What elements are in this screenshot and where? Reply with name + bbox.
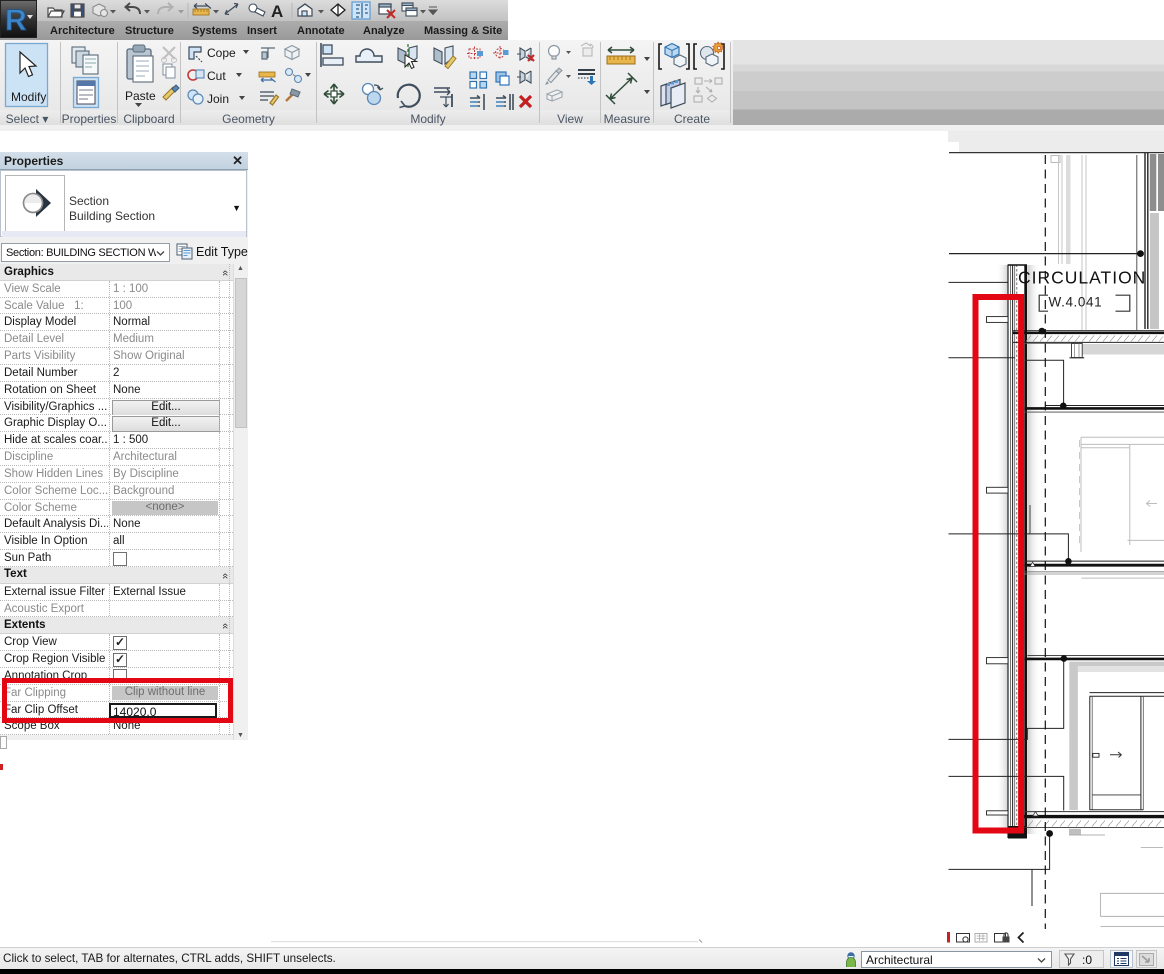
svg-text:CIRCULATION: CIRCULATION [1018,268,1146,288]
svg-text:R: R [5,4,27,37]
svg-text:Cut: Cut [207,69,226,83]
svg-text:Paste: Paste [125,89,156,103]
svg-text:A: A [271,2,283,21]
svg-text:W.4.041: W.4.041 [1049,295,1103,310]
svg-text:Modify: Modify [11,90,46,104]
svg-text:Join: Join [207,92,229,106]
svg-text:Cope: Cope [207,46,236,60]
